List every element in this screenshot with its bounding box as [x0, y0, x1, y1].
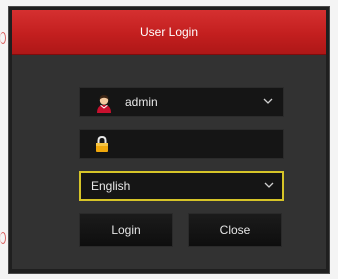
login-button[interactable]: Login — [79, 213, 173, 247]
login-dialog: User Login admin English Login Close — [8, 6, 330, 274]
lock-icon — [96, 135, 108, 152]
user-icon — [97, 95, 111, 113]
chevron-down-icon — [264, 182, 274, 188]
language-value: English — [91, 179, 131, 193]
password-input[interactable] — [118, 132, 282, 158]
edge-decoration — [0, 32, 6, 44]
close-button[interactable]: Close — [188, 213, 282, 247]
username-value: admin — [125, 95, 158, 109]
language-select[interactable]: English — [79, 171, 284, 201]
edge-decoration — [0, 232, 6, 244]
left-edge-artifact — [0, 0, 8, 279]
dialog-titlebar: User Login — [12, 10, 326, 55]
dialog-body: admin English Login Close — [12, 55, 326, 269]
dialog-title: User Login — [139, 25, 199, 39]
right-edge-artifact — [330, 0, 338, 279]
password-field[interactable] — [79, 129, 284, 159]
chevron-down-icon — [263, 98, 273, 104]
username-select[interactable]: admin — [79, 87, 284, 117]
